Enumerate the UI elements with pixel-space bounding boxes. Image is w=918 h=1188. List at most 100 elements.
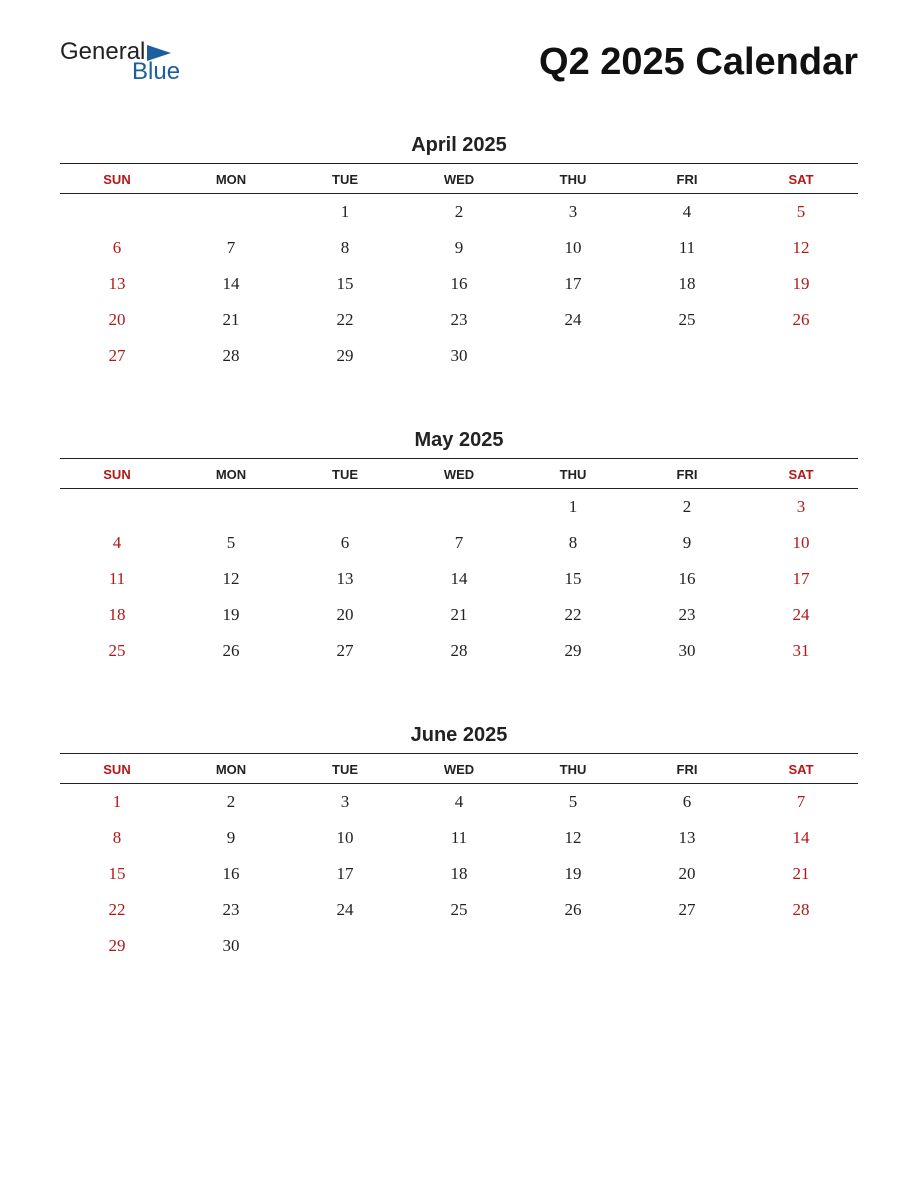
- calendar-row: 18192021222324: [60, 597, 858, 633]
- day-header: SAT: [744, 459, 858, 489]
- calendar-container: April 2025SUNMONTUEWEDTHUFRISAT123456789…: [60, 134, 858, 964]
- calendar-cell: 20: [630, 856, 744, 892]
- calendar-cell: 30: [174, 928, 288, 964]
- day-header: SUN: [60, 459, 174, 489]
- calendar-cell: 27: [630, 892, 744, 928]
- calendar-cell: 21: [402, 597, 516, 633]
- calendar-table: SUNMONTUEWEDTHUFRISAT1234567891011121314…: [60, 458, 858, 669]
- day-header: THU: [516, 459, 630, 489]
- calendar-cell: 31: [744, 633, 858, 669]
- month-title: April 2025: [60, 134, 858, 157]
- calendar-cell: [60, 489, 174, 526]
- calendar-cell: 4: [630, 194, 744, 231]
- calendar-cell: 28: [744, 892, 858, 928]
- calendar-cell: 26: [174, 633, 288, 669]
- calendar-cell: 9: [402, 230, 516, 266]
- day-header: SAT: [744, 164, 858, 194]
- month-block: April 2025SUNMONTUEWEDTHUFRISAT123456789…: [60, 134, 858, 374]
- calendar-cell: [174, 194, 288, 231]
- calendar-cell: 24: [516, 302, 630, 338]
- logo: General Blue: [60, 40, 180, 84]
- calendar-cell: 24: [288, 892, 402, 928]
- calendar-cell: 16: [630, 561, 744, 597]
- calendar-cell: 27: [288, 633, 402, 669]
- calendar-cell: 8: [60, 820, 174, 856]
- calendar-cell: 22: [60, 892, 174, 928]
- calendar-cell: 11: [60, 561, 174, 597]
- day-header: FRI: [630, 754, 744, 784]
- calendar-cell: 7: [174, 230, 288, 266]
- calendar-cell: 14: [402, 561, 516, 597]
- calendar-cell: 15: [516, 561, 630, 597]
- calendar-row: 12345: [60, 194, 858, 231]
- calendar-cell: [516, 928, 630, 964]
- calendar-cell: 18: [630, 266, 744, 302]
- day-header: TUE: [288, 459, 402, 489]
- calendar-cell: 19: [174, 597, 288, 633]
- calendar-cell: 2: [402, 194, 516, 231]
- calendar-cell: 23: [630, 597, 744, 633]
- calendar-cell: 1: [288, 194, 402, 231]
- calendar-cell: 3: [288, 784, 402, 821]
- calendar-cell: [744, 928, 858, 964]
- calendar-cell: 26: [744, 302, 858, 338]
- calendar-cell: 19: [744, 266, 858, 302]
- calendar-row: 1234567: [60, 784, 858, 821]
- day-header: WED: [402, 459, 516, 489]
- calendar-table: SUNMONTUEWEDTHUFRISAT1234567891011121314…: [60, 163, 858, 374]
- calendar-cell: 6: [288, 525, 402, 561]
- calendar-cell: 9: [630, 525, 744, 561]
- calendar-row: 45678910: [60, 525, 858, 561]
- calendar-cell: 21: [174, 302, 288, 338]
- day-header: WED: [402, 754, 516, 784]
- calendar-cell: 17: [516, 266, 630, 302]
- calendar-cell: 28: [402, 633, 516, 669]
- page-title: Q2 2025 Calendar: [539, 41, 858, 84]
- calendar-cell: 12: [516, 820, 630, 856]
- calendar-cell: 15: [60, 856, 174, 892]
- day-header: THU: [516, 164, 630, 194]
- calendar-cell: 4: [60, 525, 174, 561]
- calendar-cell: 25: [60, 633, 174, 669]
- calendar-cell: 2: [174, 784, 288, 821]
- month-title: June 2025: [60, 724, 858, 747]
- day-header: THU: [516, 754, 630, 784]
- calendar-cell: [174, 489, 288, 526]
- calendar-cell: 22: [516, 597, 630, 633]
- calendar-cell: 27: [60, 338, 174, 374]
- calendar-table: SUNMONTUEWEDTHUFRISAT1234567891011121314…: [60, 753, 858, 964]
- calendar-cell: [630, 338, 744, 374]
- calendar-cell: [402, 928, 516, 964]
- calendar-cell: [288, 489, 402, 526]
- calendar-cell: 29: [516, 633, 630, 669]
- calendar-row: 20212223242526: [60, 302, 858, 338]
- calendar-cell: 13: [60, 266, 174, 302]
- day-header: FRI: [630, 164, 744, 194]
- header: General Blue Q2 2025 Calendar: [60, 40, 858, 84]
- calendar-cell: 16: [174, 856, 288, 892]
- calendar-cell: 21: [744, 856, 858, 892]
- calendar-cell: 10: [516, 230, 630, 266]
- calendar-cell: 9: [174, 820, 288, 856]
- month-title: May 2025: [60, 429, 858, 452]
- calendar-cell: 14: [174, 266, 288, 302]
- calendar-cell: 24: [744, 597, 858, 633]
- calendar-cell: [516, 338, 630, 374]
- day-header: SUN: [60, 164, 174, 194]
- calendar-cell: 23: [174, 892, 288, 928]
- day-header: WED: [402, 164, 516, 194]
- calendar-cell: 23: [402, 302, 516, 338]
- calendar-cell: 3: [744, 489, 858, 526]
- calendar-cell: [60, 194, 174, 231]
- calendar-row: 891011121314: [60, 820, 858, 856]
- calendar-cell: 22: [288, 302, 402, 338]
- calendar-cell: 16: [402, 266, 516, 302]
- calendar-cell: 13: [630, 820, 744, 856]
- day-header: SAT: [744, 754, 858, 784]
- calendar-cell: 1: [60, 784, 174, 821]
- calendar-row: 6789101112: [60, 230, 858, 266]
- calendar-row: 2930: [60, 928, 858, 964]
- month-block: May 2025SUNMONTUEWEDTHUFRISAT12345678910…: [60, 429, 858, 669]
- calendar-cell: 18: [402, 856, 516, 892]
- calendar-row: 22232425262728: [60, 892, 858, 928]
